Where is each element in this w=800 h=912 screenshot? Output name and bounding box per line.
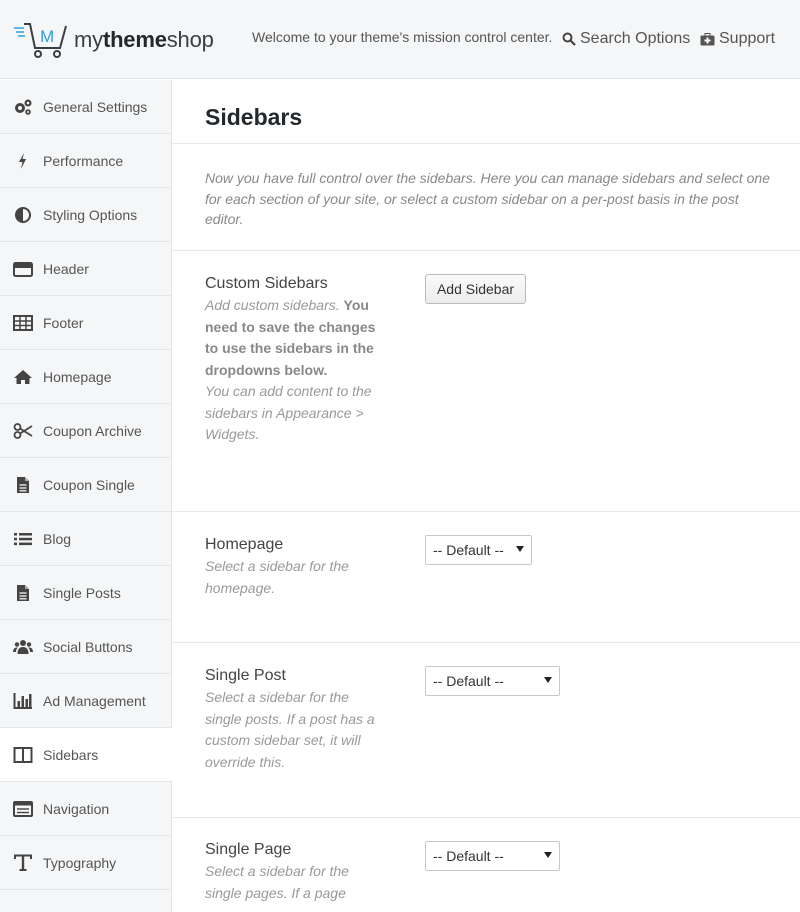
chevron-down-icon [544,852,552,858]
sidebar-item-label: Coupon Archive [43,422,142,439]
sidebar-item-homepage[interactable]: Homepage [0,350,171,404]
chevron-down-icon [544,677,552,683]
page-title: Sidebars [205,104,303,130]
text-icon [13,854,33,872]
select-value: -- Default -- [433,673,504,689]
single-page-title: Single Page [205,841,292,858]
homepage-description: Select a sidebar for the homepage. [205,558,349,596]
bolt-icon [13,152,33,170]
custom-sidebars-title: Custom Sidebars [205,275,328,292]
add-sidebar-button[interactable]: Add Sidebar [425,274,526,304]
search-options-link[interactable]: Search Options [562,30,690,48]
sidebar-item-general-settings[interactable]: General Settings [0,80,171,134]
sidebar-item-label: Homepage [43,368,112,385]
logo[interactable]: M mythemeshop [14,20,214,60]
sidebar-item-label: Styling Options [43,206,138,223]
svg-text:M: M [40,27,54,46]
options-sidebar: General Settings Performance Styling Opt… [0,80,172,912]
sidebar-item-coupon-archive[interactable]: Coupon Archive [0,404,171,458]
bar-chart-icon [13,692,33,710]
header-icon [13,260,33,278]
table-icon [13,314,33,332]
divider [172,817,800,818]
sidebar-item-social-buttons[interactable]: Social Buttons [0,620,171,674]
columns-icon [13,746,33,764]
single-post-description: Select a sidebar for the single posts. I… [205,689,375,770]
single-page-sidebar-select[interactable]: -- Default -- [425,841,560,871]
sidebar-item-label: Social Buttons [43,638,133,655]
sidebar-item-typography[interactable]: Typography [0,836,171,890]
sidebar-item-header[interactable]: Header [0,242,171,296]
sidebar-item-label: Blog [43,530,72,547]
divider [172,250,800,251]
select-value: -- Default -- [433,848,504,864]
sidebar-item-label: Footer [43,314,84,331]
sidebar-item-label: Ad Management [43,692,146,709]
sidebar-item-single-posts[interactable]: Single Posts [0,566,171,620]
shopping-cart-logo-icon: M [14,23,67,58]
single-page-description: Select a sidebar for the single pages. I… [205,863,349,901]
sidebar-item-blog[interactable]: Blog [0,512,171,566]
top-header: M mythemeshop Welcome to your theme's mi… [0,0,800,79]
scissors-icon [13,422,33,440]
home-icon [13,368,33,386]
navigation-icon [13,800,33,818]
custom-sidebars-description: Add custom sidebars. You need to save th… [205,297,376,442]
sidebar-item-ad-management[interactable]: Ad Management [0,674,171,728]
homepage-title: Homepage [205,536,284,553]
contrast-icon [13,206,33,224]
users-icon [13,638,33,656]
medkit-icon [700,32,715,45]
document-icon [13,584,33,602]
sidebar-item-label: Sidebars [43,746,99,763]
sidebar-item-sidebars[interactable]: Sidebars [0,728,172,782]
chevron-down-icon [516,546,524,552]
gears-icon [13,98,33,116]
sidebar-item-label: Single Posts [43,584,121,601]
main-content: Sidebars Now you have full control over … [172,80,800,912]
list-icon [13,530,33,548]
sidebar-item-footer[interactable]: Footer [0,296,171,350]
single-post-sidebar-select[interactable]: -- Default -- [425,666,560,696]
sidebar-item-label: Performance [43,152,124,169]
homepage-sidebar-select[interactable]: -- Default -- [425,535,532,565]
support-link[interactable]: Support [700,30,775,48]
sidebar-item-styling-options[interactable]: Styling Options [0,188,171,242]
sidebar-item-performance[interactable]: Performance [0,134,171,188]
welcome-text: Welcome to your theme's mission control … [252,29,553,45]
divider [172,143,800,144]
single-post-title: Single Post [205,667,286,684]
sidebar-item-label: Navigation [43,800,110,817]
sidebar-item-label: General Settings [43,98,148,115]
logo-text: mythemeshop [74,27,214,52]
divider [172,642,800,643]
sidebar-item-coupon-single[interactable]: Coupon Single [0,458,171,512]
divider [172,511,800,512]
select-value: -- Default -- [433,542,504,558]
document-icon [13,476,33,494]
sidebar-item-navigation[interactable]: Navigation [0,782,171,836]
intro-description: Now you have full control over the sideb… [205,170,770,227]
sidebar-item-label: Coupon Single [43,476,135,493]
sidebar-item-label: Header [43,260,89,277]
search-icon [562,32,576,46]
sidebar-item-label: Typography [43,854,117,871]
